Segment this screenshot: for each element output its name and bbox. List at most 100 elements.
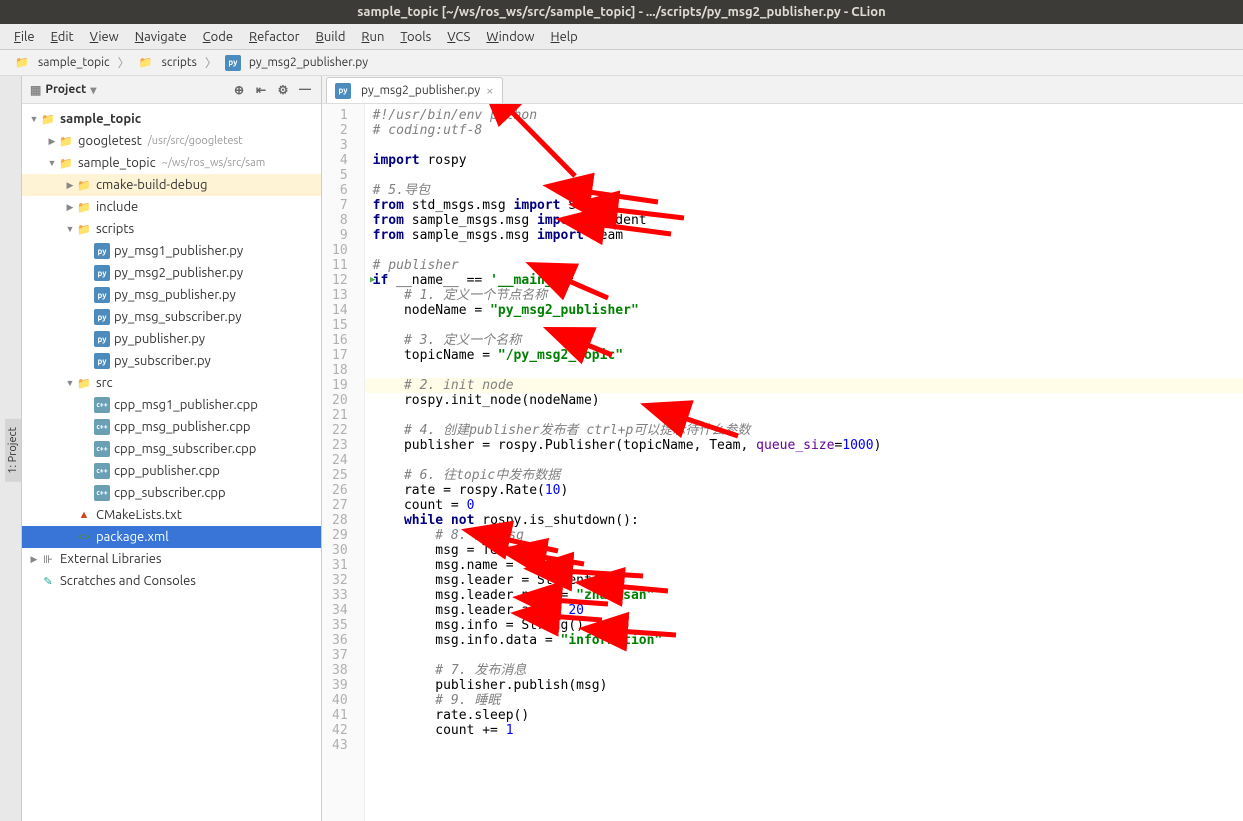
code-line[interactable]: # coding:utf-8 [373,123,882,138]
code-line[interactable] [373,318,882,333]
code-line[interactable]: #!/usr/bin/env python [373,108,882,123]
code-line[interactable]: msg.info = String() [373,618,882,633]
tree-arrow-icon[interactable]: ▼ [28,114,40,124]
tree-row[interactable]: ▶📁cmake-build-debug [22,174,321,196]
code-line[interactable]: # 9. 睡眠 [373,693,882,708]
code-line[interactable] [373,168,882,183]
tree-arrow-icon[interactable]: ▶ [64,202,76,213]
tree-row[interactable]: ▼📁sample_topic~/ws/ros_ws/src/sam [22,152,321,174]
tree-row[interactable]: pypy_subscriber.py [22,350,321,372]
code-line[interactable]: from sample_msgs.msg import Student [373,213,882,228]
code-line[interactable]: msg.leader.name = "zhangsan" [373,588,882,603]
tree-row[interactable]: ▶📁googletest/usr/src/googletest [22,130,321,152]
code-editor[interactable]: 123456789101112▶131415161718192021222324… [322,104,1243,821]
code-line[interactable] [373,648,882,663]
menu-edit[interactable]: Edit [45,28,80,46]
code-line[interactable]: if __name__ == '__main__': [373,273,882,288]
collapse-icon[interactable]: ⇤ [253,82,269,98]
code-line[interactable]: # 1. 定义一个节点名称 [373,288,882,303]
tree-row[interactable]: pypy_msg_publisher.py [22,284,321,306]
tree-row[interactable]: c++cpp_msg_publisher.cpp [22,416,321,438]
code-line[interactable]: # 7. 发布消息 [373,663,882,678]
code-line[interactable]: msg.leader = Student() [373,573,882,588]
code-line[interactable] [373,453,882,468]
tree-row[interactable]: ✎Scratches and Consoles [22,570,321,592]
menu-window[interactable]: Window [480,28,540,46]
code-line[interactable]: rate.sleep() [373,708,882,723]
tree-arrow-icon[interactable]: ▼ [64,378,76,388]
code-line[interactable] [373,363,882,378]
code-line[interactable]: msg.leader.age = 20 [373,603,882,618]
code-line[interactable]: # 5.导包 [373,183,882,198]
tree-row[interactable]: c++cpp_publisher.cpp [22,460,321,482]
breadcrumb-item[interactable]: pypy_msg2_publisher.py [219,53,374,73]
menu-view[interactable]: View [84,28,125,46]
tree-row[interactable]: c++cpp_msg_subscriber.cpp [22,438,321,460]
code-line[interactable]: from sample_msgs.msg import Team [373,228,882,243]
code-line[interactable]: topicName = "/py_msg2_topic" [373,348,882,363]
tree-row[interactable]: ▲CMakeLists.txt [22,504,321,526]
code-line[interactable] [373,243,882,258]
code-line[interactable]: from std_msgs.msg import String [373,198,882,213]
tree-row[interactable]: c++cpp_subscriber.cpp [22,482,321,504]
code-line[interactable] [373,738,882,753]
code-line[interactable]: # 4. 创建publisher发布者 ctrl+p可以提示待什么参数 [373,423,882,438]
tree-arrow-icon[interactable]: ▶ [64,180,76,191]
menu-file[interactable]: File [8,28,41,46]
code-line[interactable]: while not rospy.is_shutdown(): [373,513,882,528]
tree-row[interactable]: ▶⊪External Libraries [22,548,321,570]
code-line[interactable]: msg = Team() [373,543,882,558]
tree-arrow-icon[interactable]: ▼ [64,224,76,234]
code-line[interactable]: # 8. 定义msg [373,528,882,543]
breadcrumb-item[interactable]: 📁sample_topic [8,53,116,73]
tree-row[interactable]: pypy_msg2_publisher.py [22,262,321,284]
chevron-right-icon: 〉 [118,54,130,71]
tree-row[interactable]: pypy_msg1_publisher.py [22,240,321,262]
menu-vcs[interactable]: VCS [441,28,476,46]
tree-row[interactable]: ▼📁sample_topic [22,108,321,130]
tree-row[interactable]: ▼📁src [22,372,321,394]
tree-arrow-icon[interactable]: ▶ [28,554,40,565]
menu-build[interactable]: Build [310,28,352,46]
tree-row[interactable]: pypy_msg_subscriber.py [22,306,321,328]
tree-row[interactable]: pypy_publisher.py [22,328,321,350]
code-line[interactable]: # publisher [373,258,882,273]
project-tree[interactable]: ▼📁sample_topic▶📁googletest/usr/src/googl… [22,104,321,821]
tree-hint: /usr/src/googletest [148,135,243,147]
code-line[interactable]: # 2. init node [365,378,1243,393]
code-line[interactable]: msg.name = "wolf" [373,558,882,573]
close-icon[interactable]: × [486,84,493,98]
gear-icon[interactable]: ⚙ [275,82,291,98]
tool-tab-project[interactable]: 1: Project [5,419,21,482]
code-line[interactable] [373,138,882,153]
tree-arrow-icon[interactable]: ▼ [46,158,58,168]
menu-tools[interactable]: Tools [394,28,437,46]
target-icon[interactable]: ⊕ [231,82,247,98]
menu-navigate[interactable]: Navigate [129,28,193,46]
editor-tab[interactable]: py py_msg2_publisher.py × [326,77,503,103]
code-line[interactable]: import rospy [373,153,882,168]
code-line[interactable]: # 3. 定义一个名称 [373,333,882,348]
breadcrumb-item[interactable]: 📁scripts [132,53,203,73]
menu-refactor[interactable]: Refactor [243,28,306,46]
code-line[interactable] [373,408,882,423]
code-line[interactable]: # 6. 往topic中发布数据 [373,468,882,483]
code-line[interactable]: publisher = rospy.Publisher(topicName, T… [373,438,882,453]
tree-row[interactable]: c++cpp_msg1_publisher.cpp [22,394,321,416]
code-line[interactable]: nodeName = "py_msg2_publisher" [373,303,882,318]
code-line[interactable]: rospy.init_node(nodeName) [373,393,882,408]
code-line[interactable]: publisher.publish(msg) [373,678,882,693]
menu-code[interactable]: Code [197,28,239,46]
code-line[interactable]: count = 0 [373,498,882,513]
menu-run[interactable]: Run [355,28,390,46]
tree-row[interactable]: ▼📁scripts [22,218,321,240]
code-line[interactable]: rate = rospy.Rate(10) [373,483,882,498]
tree-row[interactable]: <>package.xml [22,526,321,548]
hide-icon[interactable]: — [297,82,313,98]
tree-row[interactable]: ▶📁include [22,196,321,218]
code-line[interactable]: msg.info.data = "information" [373,633,882,648]
dropdown-icon[interactable]: ▾ [90,83,96,97]
menu-help[interactable]: Help [545,28,584,46]
tree-arrow-icon[interactable]: ▶ [46,136,58,147]
code-line[interactable]: count += 1 [373,723,882,738]
